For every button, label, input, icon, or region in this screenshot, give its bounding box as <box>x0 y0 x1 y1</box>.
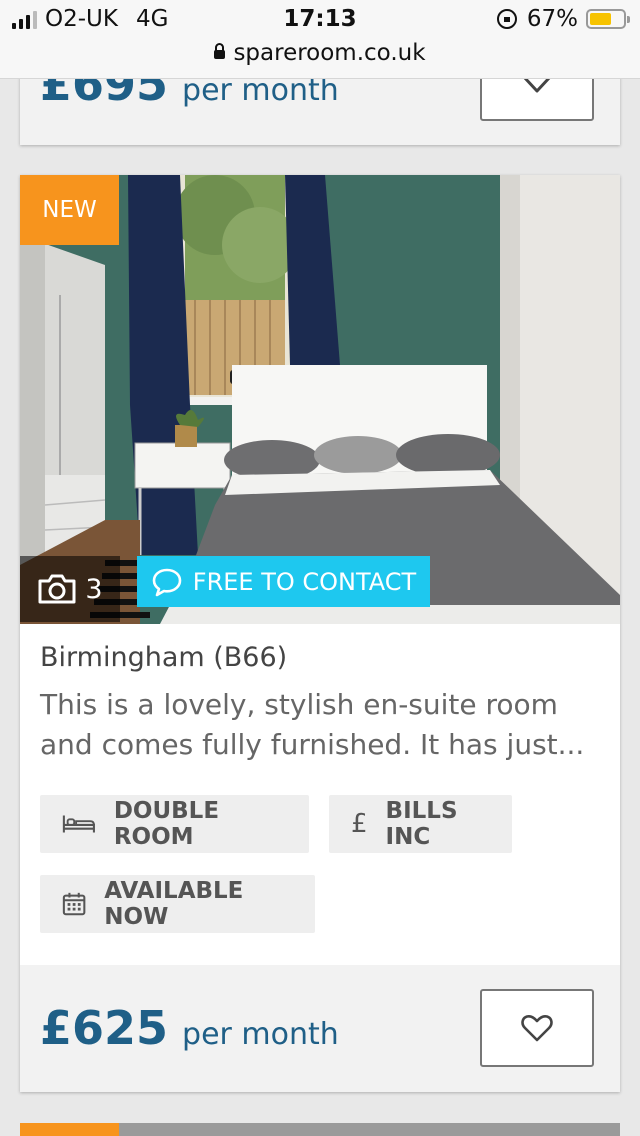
listing-title[interactable]: Birmingham (B66) <box>40 642 287 673</box>
status-right: 67% <box>496 6 630 32</box>
heart-icon <box>521 1014 553 1042</box>
chat-bubble-icon <box>152 568 182 596</box>
listing-card[interactable]: NEW 3 FREE TO CONTACT Birmingham (B66) T… <box>20 175 620 1092</box>
pound-icon: £ <box>351 809 368 839</box>
bed-icon <box>62 815 95 833</box>
availability-chip: AVAILABLE NOW <box>40 875 315 933</box>
listing-card-next[interactable] <box>20 1123 620 1136</box>
price-row: £625 per month <box>40 1001 339 1055</box>
room-type-label: DOUBLE ROOM <box>113 798 220 850</box>
calendar-icon <box>62 892 86 916</box>
listing-footer: £625 per month <box>20 965 620 1092</box>
free-to-contact-label: FREE TO CONTACT <box>192 567 417 596</box>
bills-chip: £ BILLS INC <box>329 795 512 853</box>
rotation-lock-icon <box>496 9 517 29</box>
room-type-chip: DOUBLE ROOM <box>40 795 309 853</box>
photo-count-number: 3 <box>85 573 103 605</box>
save-favourite-button[interactable] <box>480 989 594 1067</box>
listing-photo[interactable]: NEW 3 FREE TO CONTACT <box>20 175 620 624</box>
padlock-icon <box>214 43 226 59</box>
price-period: per month <box>182 1017 339 1052</box>
free-to-contact-badge: FREE TO CONTACT <box>137 556 430 607</box>
availability-label: AVAILABLE NOW <box>104 878 244 930</box>
bills-label: BILLS INC <box>385 798 458 850</box>
battery-level <box>590 13 612 25</box>
price-amount: £625 <box>40 1001 169 1055</box>
status-bar: O2-UK 4G 17:13 67% spareroom.co.uk <box>0 0 640 79</box>
battery-percent: 67% <box>526 6 578 32</box>
address-bar[interactable]: spareroom.co.uk <box>0 40 640 66</box>
photo-count[interactable]: 3 <box>20 556 120 622</box>
url-text: spareroom.co.uk <box>233 40 426 66</box>
battery-icon <box>586 9 630 29</box>
listing-description: This is a lovely, stylish en-suite room … <box>40 688 585 761</box>
camera-icon <box>38 574 76 604</box>
new-badge <box>20 1123 119 1136</box>
new-badge: NEW <box>20 175 119 245</box>
